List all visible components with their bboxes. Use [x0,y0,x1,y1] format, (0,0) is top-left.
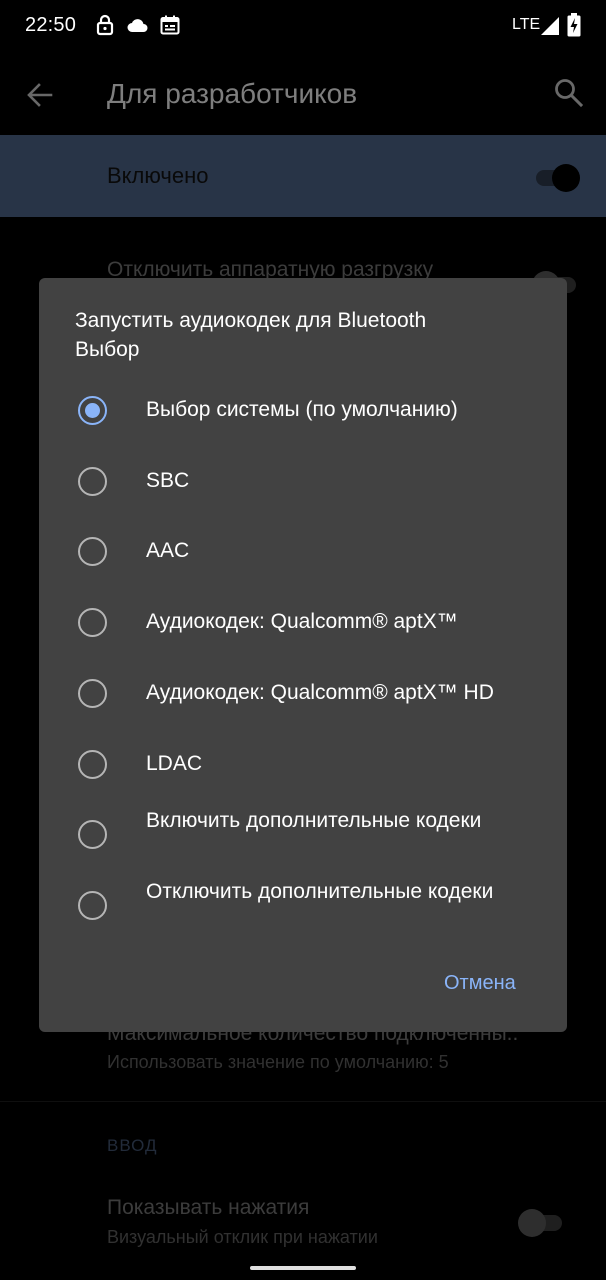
codec-option-sbc[interactable]: SBC [39,450,567,512]
codec-option-aptx-hd[interactable]: Аудиокодек: Qualcomm® aptX™ HD [39,662,567,724]
codec-dialog: Запустить аудиокодек для Bluetooth Выбор… [39,278,567,1032]
radio-button[interactable] [78,750,107,779]
codec-option-ldac[interactable]: LDAC [39,733,567,795]
option-label: Выбор системы (по умолчанию) [146,398,458,421]
radio-button-checked[interactable] [78,396,107,425]
battery-charging-icon [567,13,581,42]
dialog-title-line1: Запустить аудиокодек для Bluetooth [75,309,427,332]
option-label: Включить дополнительные кодеки [146,809,482,832]
radio-button[interactable] [78,608,107,637]
option-label: AAC [146,539,190,562]
codec-option-disable-optional[interactable]: Отключить дополнительные кодеки [39,874,567,936]
radio-button[interactable] [78,467,107,496]
network-type: LTE [512,16,541,33]
status-time: 22:50 [25,14,77,36]
codec-option-enable-optional[interactable]: Включить дополнительные кодеки [39,803,567,865]
codec-option-system-default[interactable]: Выбор системы (по умолчанию) [39,379,567,441]
status-bar: 22:50 LTE [0,0,606,52]
dialog-title: Запустить аудиокодек для Bluetooth Выбор [75,306,535,364]
calendar-icon [160,15,180,40]
option-label: LDAC [146,752,203,775]
radio-button[interactable] [78,891,107,920]
radio-button[interactable] [78,820,107,849]
gesture-nav-handle[interactable] [250,1266,356,1270]
option-label: Аудиокодек: Qualcomm® aptX™ [146,610,458,633]
cloud-icon [127,17,149,38]
codec-option-aac[interactable]: AAC [39,520,567,582]
radio-button[interactable] [78,679,107,708]
lock-icon [96,14,114,41]
dialog-title-line2: Выбор [75,338,140,361]
cancel-button[interactable]: Отмена [444,972,516,995]
radio-button[interactable] [78,537,107,566]
option-label: Отключить дополнительные кодеки [146,880,494,903]
signal-icon [540,16,560,41]
option-label: SBC [146,469,190,492]
codec-option-aptx[interactable]: Аудиокодек: Qualcomm® aptX™ [39,591,567,653]
option-label: Аудиокодек: Qualcomm® aptX™ HD [146,681,494,704]
